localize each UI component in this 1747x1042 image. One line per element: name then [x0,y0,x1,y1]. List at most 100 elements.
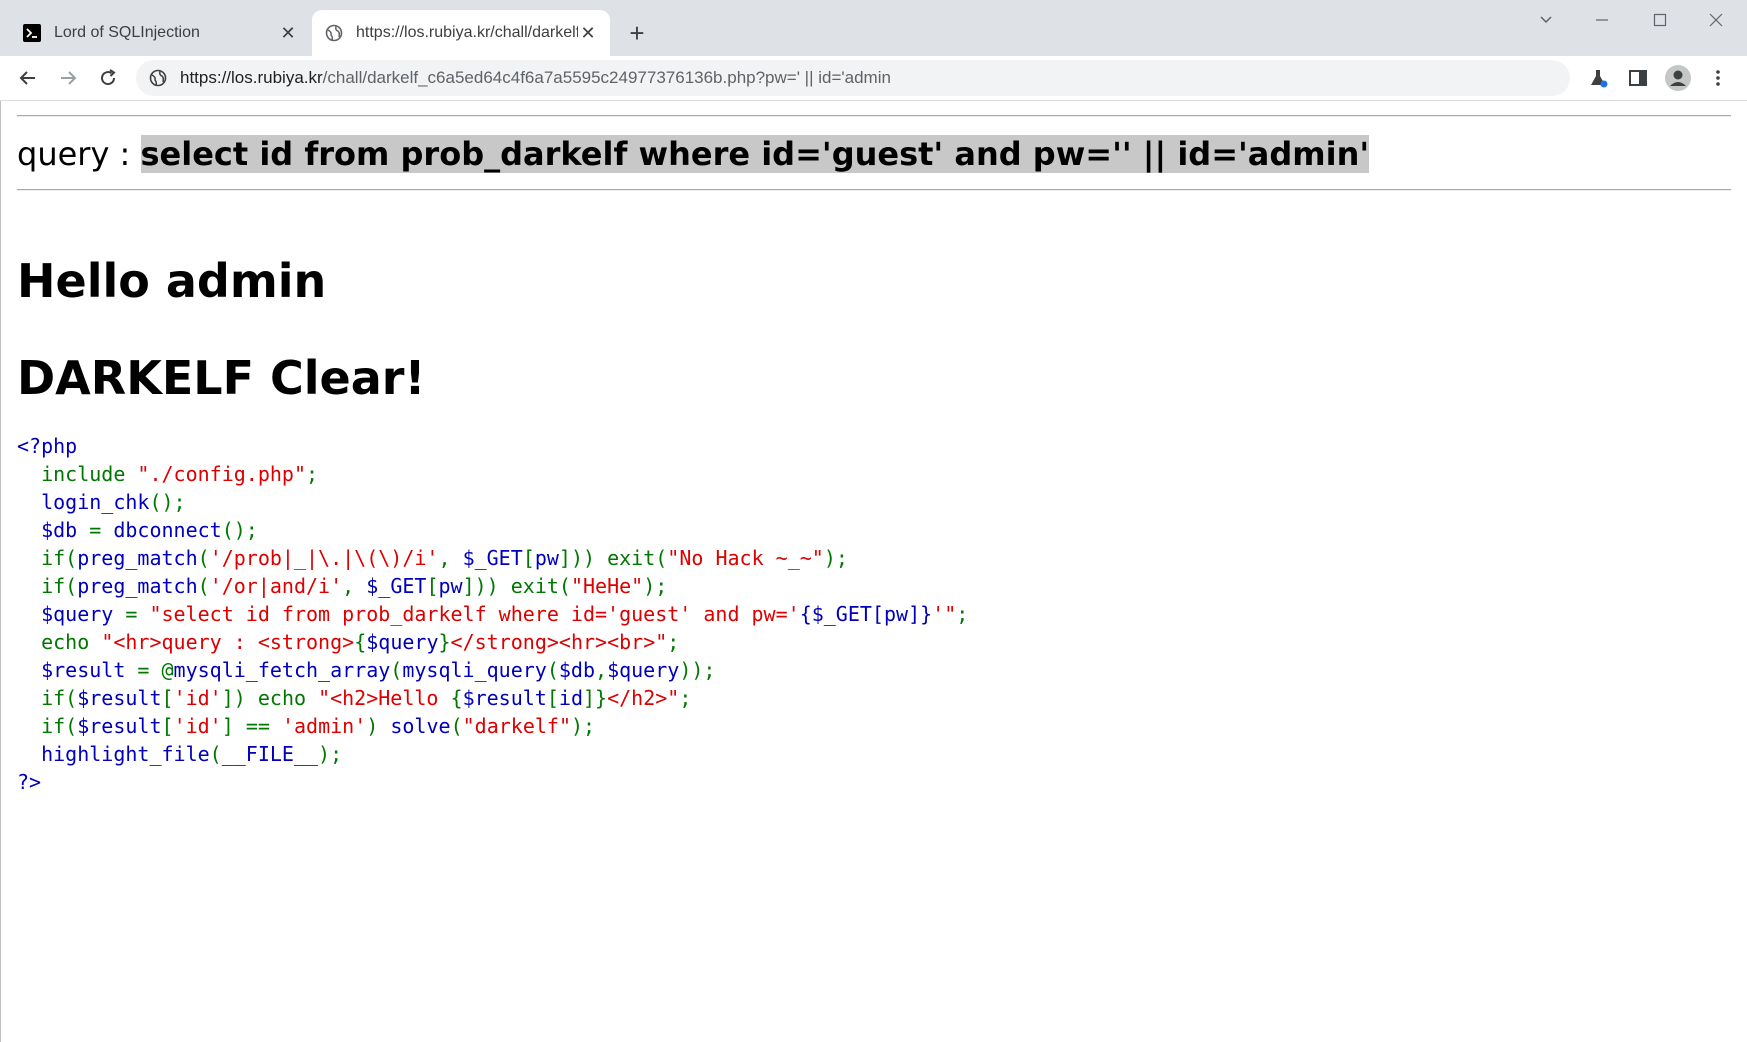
tab-lord-of-sqlinjection[interactable]: Lord of SQLInjection ✕ [10,10,310,56]
code-line: echo "<hr>query : <strong>{$query}</stro… [17,628,968,656]
close-tab-icon[interactable]: ✕ [278,23,298,44]
code-token: include [41,462,138,486]
back-icon[interactable] [12,62,44,94]
code-token: solve [390,714,451,738]
code-token: highlight_file [17,742,210,766]
reload-icon[interactable] [92,62,124,94]
code-line: if(preg_match('/or|and/i', $_GET[pw])) e… [17,572,968,600]
close-window-icon[interactable] [1696,8,1736,32]
code-token: [ [546,686,559,710]
code-token: </strong><hr><br>" [450,630,668,654]
code-token: ( [390,658,403,682]
horizontal-rule [17,115,1731,117]
tab-strip: Lord of SQLInjection ✕ https://los.rubiy… [0,0,1747,56]
code-token: ( [197,546,210,570]
code-token: ])) exit( [558,546,668,570]
code-token: { [450,686,463,710]
menu-kebab-icon[interactable] [1702,62,1734,94]
url-path: /chall/darkelf_c6a5ed64c4f6a7a5595c24977… [322,68,891,87]
tab-search-icon[interactable] [1526,8,1566,32]
code-token: pw [438,574,463,598]
code-token: ); [570,714,596,738]
code-token: $result [462,686,547,710]
code-token: "<hr>query : <strong> [101,630,355,654]
code-token: $result [77,714,162,738]
code-token: login_chk [17,490,150,514]
code-token: [ [161,686,174,710]
code-line: if(preg_match('/prob|_|\.|\(\)/i', $_GET… [17,544,968,572]
code-token: "darkelf" [462,714,571,738]
code-token: ( [209,742,222,766]
maximize-icon[interactable] [1640,8,1680,32]
address-bar[interactable]: https://los.rubiya.kr/chall/darkelf_c6a5… [136,60,1570,96]
code-line: login_chk(); [17,488,968,516]
code-token: ?> [17,770,42,794]
code-line: <?php [17,432,968,460]
code-token: __FILE__ [221,742,319,766]
code-token: ( [197,574,210,598]
code-token: $db [17,518,90,542]
minimize-icon[interactable] [1582,8,1622,32]
hello-heading: Hello admin [17,254,327,308]
code-token: (); [221,518,258,542]
code-token: <?php [17,434,78,458]
code-token: mysqli_query [402,658,547,682]
code-token: ( [546,658,559,682]
code-line: highlight_file(__FILE__); [17,740,968,768]
code-token: {$_GET[ [799,602,884,626]
code-line: ?> [17,768,968,796]
close-tab-icon[interactable]: ✕ [578,23,598,44]
code-token: ); [643,574,668,598]
code-token: 'admin' [281,714,367,738]
horizontal-rule [17,189,1731,191]
labs-flask-icon[interactable] [1582,62,1614,94]
code-token: preg_match [77,574,198,598]
code-token: id [558,686,583,710]
code-line: $result = @mysqli_fetch_array(mysqli_que… [17,656,968,684]
tab-darkelf[interactable]: https://los.rubiya.kr/chall/darkelf ✕ [312,10,610,56]
code-token: if( [41,686,78,710]
code-line: if($result['id'] == 'admin') solve("dark… [17,712,968,740]
code-token: ); [318,742,343,766]
code-token: { [354,630,367,654]
tab-title: Lord of SQLInjection [54,24,200,41]
code-token: ]} [583,686,608,710]
query-label: query : [17,135,141,173]
site-info-icon[interactable] [148,68,168,88]
code-token: = [125,602,150,626]
new-tab-button[interactable]: + [622,18,652,48]
code-token: $query [607,658,680,682]
side-panel-icon[interactable] [1622,62,1654,94]
code-token: "./config.php" [137,462,306,486]
code-token: $result [77,686,162,710]
clear-heading: DARKELF Clear! [17,351,426,405]
code-token: $query [366,630,439,654]
code-token: ) [366,714,391,738]
code-token: "<h2>Hello [318,686,451,710]
code-token: pw [534,546,559,570]
profile-avatar-icon[interactable] [1662,62,1694,94]
code-token: } [438,630,451,654]
url-text: https://los.rubiya.kr/chall/darkelf_c6a5… [180,68,891,88]
code-token: 'id' [173,714,222,738]
code-token: dbconnect [113,518,222,542]
code-token: preg_match [77,546,198,570]
code-token: [ [522,546,535,570]
code-line: $query = "select id from prob_darkelf wh… [17,600,968,628]
query-line: query : select id from prob_darkelf wher… [17,135,1370,173]
code-token: mysqli_fetch_array [173,658,391,682]
code-token: </h2>" [607,686,680,710]
forward-icon[interactable] [52,62,84,94]
code-token: ]) echo [221,686,319,710]
code-token: = @ [137,658,174,682]
code-token: , [342,574,367,598]
code-token: = [89,518,114,542]
terminal-icon [22,23,42,43]
code-token: $query [17,602,126,626]
code-token: pw [883,602,909,626]
code-token: ; [667,630,680,654]
code-line: include "./config.php"; [17,460,968,488]
code-token: "HeHe" [570,574,644,598]
